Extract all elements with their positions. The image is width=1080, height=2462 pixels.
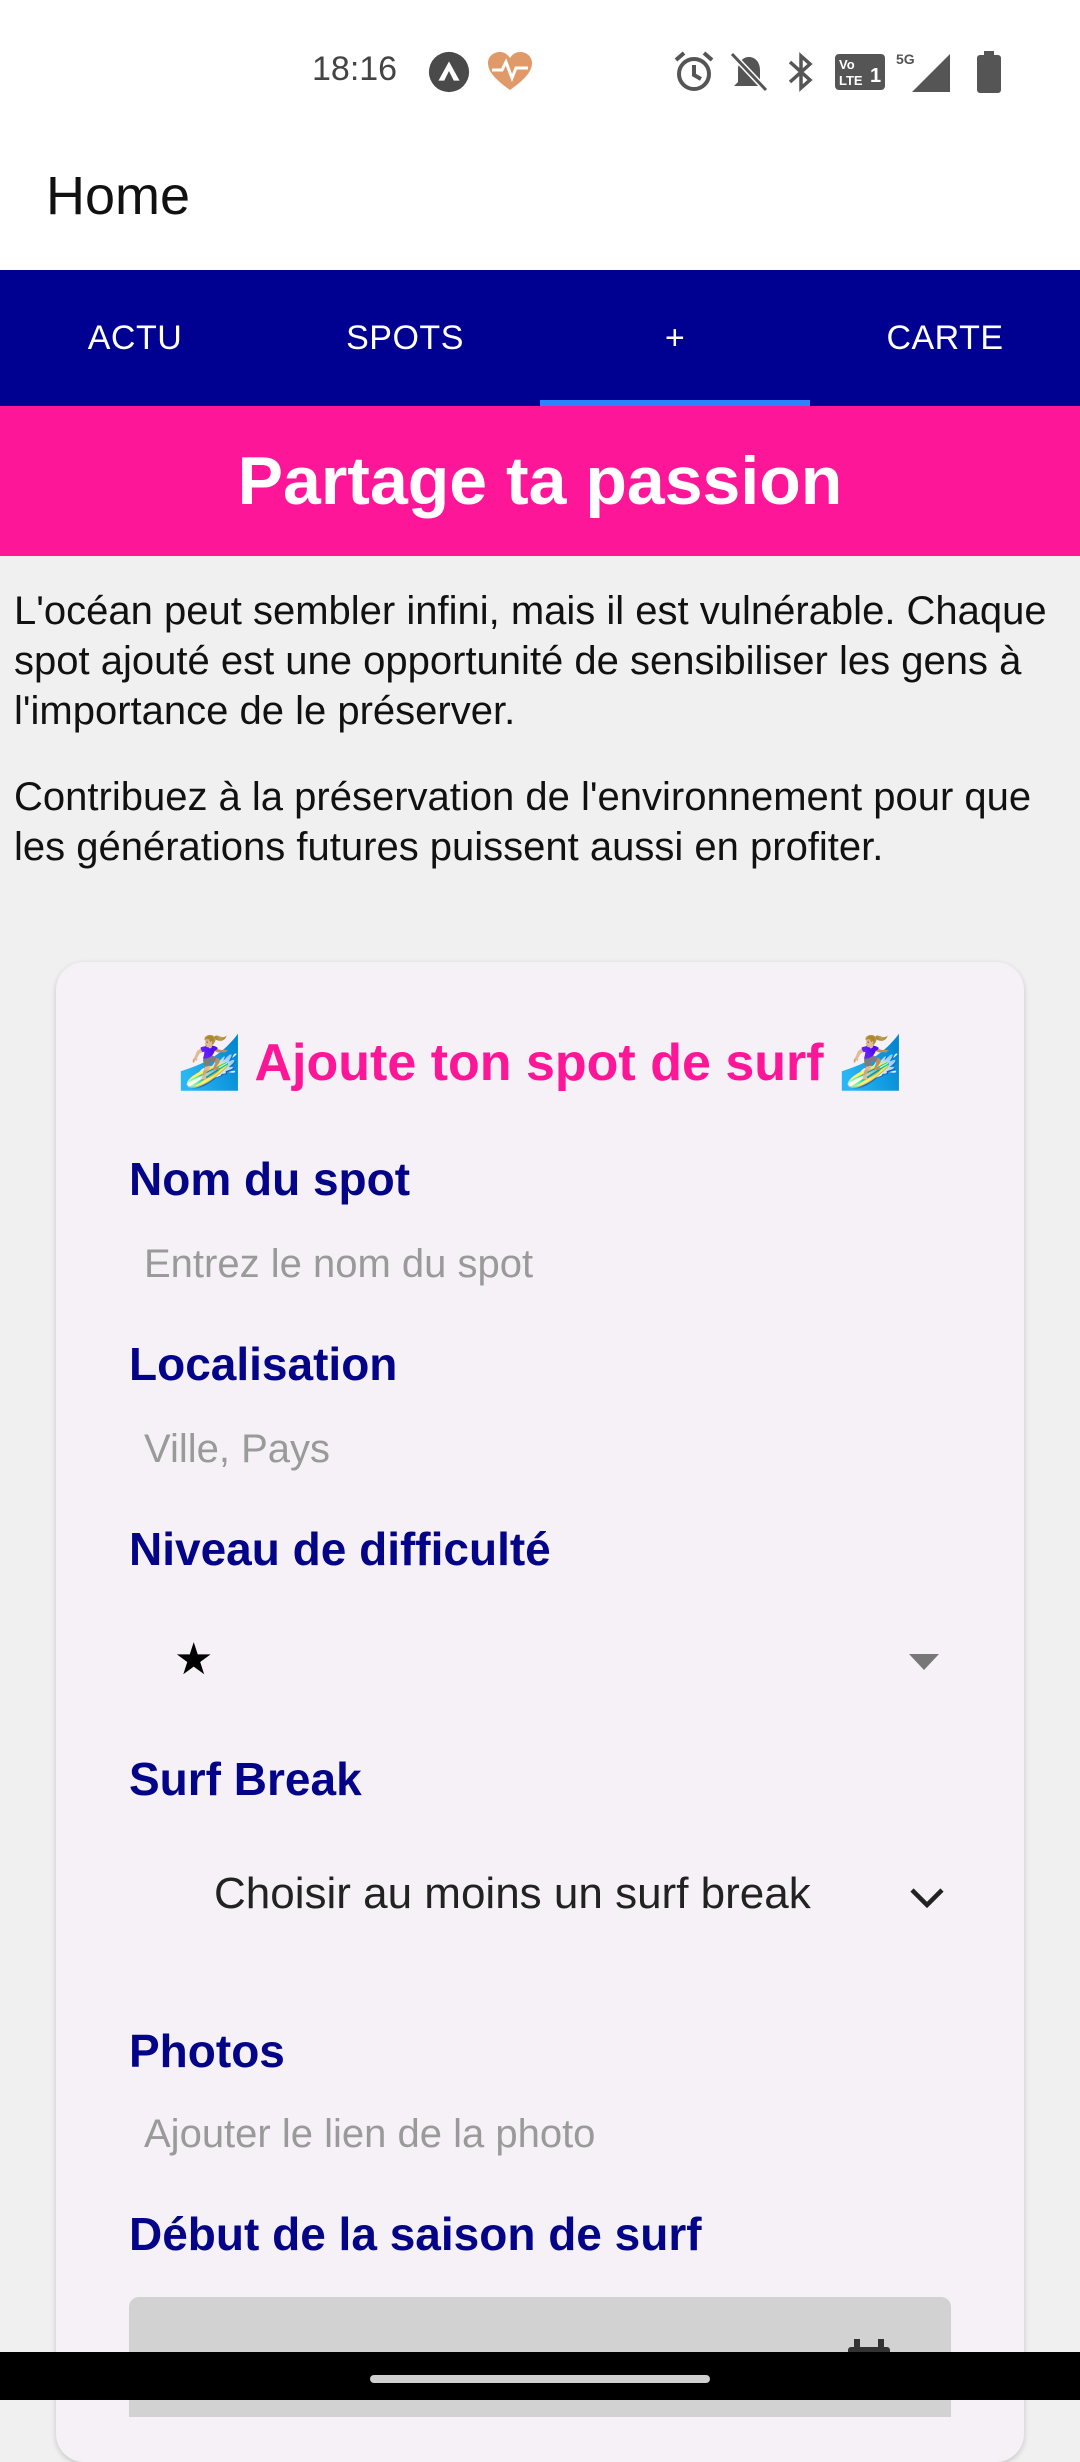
difficulty-label: Niveau de difficulté <box>129 1523 551 1575</box>
spot-name-label: Nom du spot <box>129 1153 411 1205</box>
tab-spots[interactable]: SPOTS <box>270 270 540 406</box>
svg-text:LTE: LTE <box>839 73 863 88</box>
banner-title: Partage ta passion <box>237 443 843 519</box>
location-label: Localisation <box>129 1338 398 1390</box>
tab-label: + <box>664 318 686 357</box>
chevron-down-icon <box>910 1888 944 1909</box>
surf-break-value: Choisir au moins un surf break <box>214 1869 811 1918</box>
app-bar: Home <box>0 140 1080 270</box>
svg-text:1: 1 <box>870 65 881 87</box>
difficulty-select[interactable]: ★ <box>129 1612 951 1712</box>
surf-break-label: Surf Break <box>129 1753 362 1805</box>
spot-name-input[interactable]: Entrez le nom du spot <box>144 1242 533 1287</box>
heart-pulse-icon <box>488 52 532 90</box>
difficulty-value: ★ <box>174 1635 214 1684</box>
home-gesture-handle[interactable] <box>370 2375 710 2383</box>
surf-break-dropdown[interactable]: Choisir au moins un surf break <box>129 1847 951 1947</box>
battery-icon <box>977 51 1001 93</box>
photos-label: Photos <box>129 2025 285 2077</box>
svg-text:Vo: Vo <box>839 57 855 72</box>
status-bar: 18:16 Vo LTE 1 5G <box>0 0 1080 140</box>
signal-5g-icon: 5G <box>896 51 950 92</box>
location-input[interactable]: Ville, Pays <box>144 1427 330 1472</box>
bluetooth-icon <box>788 52 813 92</box>
intro-paragraph: L'océan peut sembler infini, mais il est… <box>14 589 1047 733</box>
tab-add[interactable]: + <box>540 270 810 406</box>
page-title: Home <box>46 166 191 226</box>
svg-text:5G: 5G <box>896 51 915 67</box>
volte-icon: Vo LTE 1 <box>835 54 885 90</box>
tab-label: ACTU <box>87 318 183 357</box>
banner: Partage ta passion <box>0 406 1080 556</box>
intro-paragraph: Contribuez à la préservation de l'enviro… <box>14 775 1032 869</box>
system-nav-bar <box>0 2352 1080 2400</box>
alarm-icon <box>674 51 714 91</box>
season-start-label: Début de la saison de surf <box>129 2208 702 2260</box>
tab-actu[interactable]: ACTU <box>0 270 270 406</box>
intro-text: L'océan peut sembler infini, mais il est… <box>14 586 1074 908</box>
tab-label: CARTE <box>886 318 1004 357</box>
dropdown-arrow-icon <box>909 1654 939 1670</box>
tab-bar: ACTU SPOTS + CARTE <box>0 270 1080 406</box>
bell-off-icon <box>729 51 769 93</box>
form-title: 🏄🏼‍♀️ Ajoute ton spot de surf 🏄🏼‍♀️ <box>177 1034 903 1092</box>
add-spot-form: 🏄🏼‍♀️ Ajoute ton spot de surf 🏄🏼‍♀️ Nom … <box>56 962 1024 2462</box>
tab-carte[interactable]: CARTE <box>810 270 1080 406</box>
app-a-icon <box>428 51 470 93</box>
tab-label: SPOTS <box>346 318 464 357</box>
photo-link-input[interactable]: Ajouter le lien de la photo <box>144 2112 595 2157</box>
status-time: 18:16 <box>312 50 398 88</box>
